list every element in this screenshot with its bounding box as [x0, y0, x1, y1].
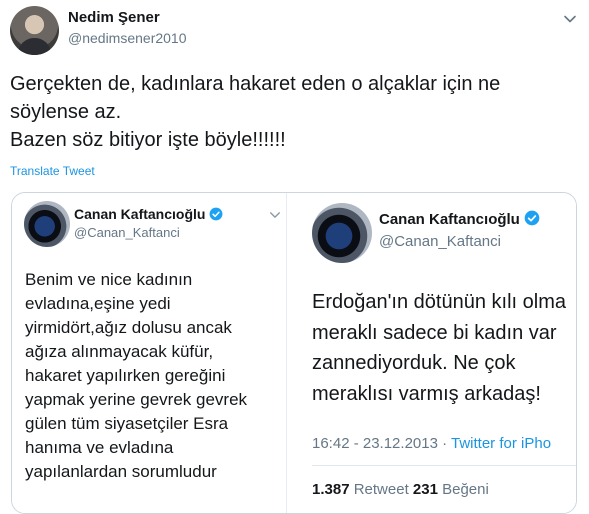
- quoted-line: Benim ve nice kadının: [25, 270, 193, 289]
- like-count: 231: [412, 481, 438, 498]
- translate-tweet-link[interactable]: Translate Tweet: [10, 164, 95, 178]
- quoted-stats: 1.387 Retweet 231 Beğeni: [312, 481, 489, 498]
- quoted-line: meraklı sadece bi kadın var: [312, 321, 557, 344]
- author-handle[interactable]: @nedimsener2010: [68, 30, 187, 46]
- quoted-line: yapmak yerine gevrek gevrek: [25, 390, 248, 409]
- retweet-label: Retweet: [349, 481, 413, 498]
- tweet-line: Gerçekten de, kadınlara hakaret eden o a…: [10, 73, 501, 95]
- author-avatar[interactable]: [10, 6, 59, 55]
- quoted-separator: [312, 465, 576, 466]
- avatar-shirt: [18, 38, 51, 55]
- quoted-avatar: [312, 203, 372, 263]
- quoted-tweet-right[interactable]: Canan Kaftancıoğlu @Canan_Kaftanci Erdoğ…: [290, 193, 576, 513]
- quoted-body: Erdoğan'ın dötünün kılı olma meraklı sad…: [312, 287, 566, 409]
- quoted-line: hakaret yapılırken gereğini: [25, 366, 226, 385]
- chevron-down-icon: [270, 212, 280, 218]
- like-label: Beğeni: [437, 481, 489, 498]
- quoted-name: Canan Kaftancıoğlu: [74, 206, 223, 222]
- author-name[interactable]: Nedim Şener: [68, 9, 160, 26]
- tweet-text: Gerçekten de, kadınlara hakaret eden o a…: [10, 70, 570, 154]
- quoted-line: zannediyorduk. Ne çok: [312, 352, 516, 374]
- quoted-name-text: Canan Kaftancıoğlu: [74, 206, 206, 222]
- quoted-avatar: [24, 201, 70, 247]
- quoted-line: evladına,eşine yedi: [25, 294, 171, 313]
- quoted-line: yapılanlardan sorumludur: [25, 462, 217, 481]
- verified-badge-icon: [210, 207, 223, 221]
- quoted-name: Canan Kaftancıoğlu: [379, 210, 540, 228]
- retweet-count: 1.387: [312, 481, 350, 498]
- quoted-tweet-left[interactable]: Canan Kaftancıoğlu @Canan_Kaftanci Benim…: [12, 193, 287, 513]
- quoted-meta: 16:42 - 23.12.2013 · Twitter for iPho: [312, 435, 551, 452]
- quoted-line: yirmidört,ağız dolusu ancak: [25, 318, 232, 337]
- quoted-handle: @Canan_Kaftanci: [74, 225, 180, 240]
- quoted-body: Benim ve nice kadının evladına,eşine yed…: [25, 268, 280, 484]
- tweet-media[interactable]: Canan Kaftancıoğlu @Canan_Kaftanci Benim…: [11, 192, 577, 514]
- quoted-line: Erdoğan'ın dötünün kılı olma: [312, 291, 566, 313]
- quoted-source: Twitter for iPho: [451, 435, 552, 452]
- quoted-line: hanıma ve evladına: [25, 438, 174, 457]
- tweet-line: Bazen söz bitiyor işte böyle!!!!!!: [10, 129, 286, 151]
- verified-badge-icon: [524, 210, 540, 226]
- quoted-line: gülen tüm siyasetçiler Esra: [25, 414, 229, 433]
- quoted-handle: @Canan_Kaftanci: [379, 233, 501, 250]
- quoted-timestamp: 16:42 - 23.12.2013 ·: [312, 435, 451, 452]
- chevron-down-icon[interactable]: [563, 12, 577, 26]
- quoted-line: ağıza alınmayacak küfür,: [25, 342, 214, 361]
- quoted-name-text: Canan Kaftancıoğlu: [379, 211, 520, 228]
- quoted-line: meraklısı varmış arkadaş!: [312, 382, 541, 405]
- tweet-line: söylense az.: [10, 101, 122, 123]
